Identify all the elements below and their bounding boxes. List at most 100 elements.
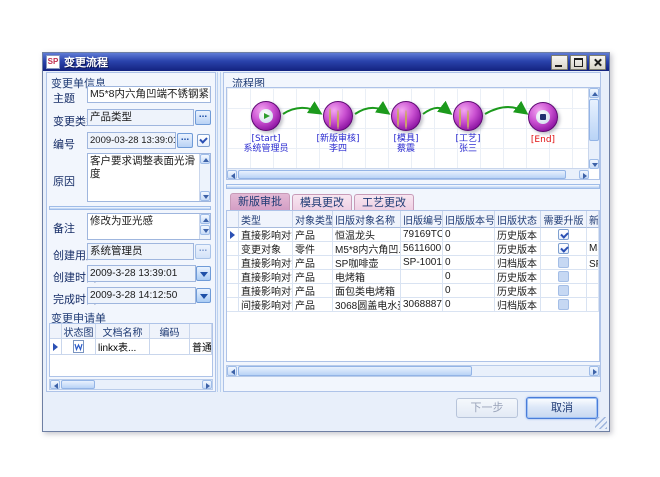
scrollbar-thumb[interactable] [61, 380, 95, 389]
scrollbar-thumb[interactable] [238, 366, 472, 376]
scrollbar-thumb[interactable] [238, 170, 566, 179]
flow-node-end[interactable] [528, 102, 558, 132]
tab-new-version-approval[interactable]: 新版审批 [230, 193, 290, 210]
table-cell: 产品 [293, 228, 333, 242]
table-row[interactable]: 直接影响对象产品面包类电烤箱0历史版本 [227, 284, 599, 298]
request-list-hscrollbar[interactable] [49, 379, 213, 390]
number-checkbox[interactable] [197, 134, 210, 147]
number-browse-button[interactable]: ... [177, 133, 193, 148]
people-icon [397, 109, 405, 122]
close-button[interactable] [589, 55, 606, 70]
change-type-browse-button[interactable]: ... [195, 110, 211, 125]
resize-grip[interactable] [595, 417, 607, 429]
reason-textarea[interactable]: 客户要求调整表面光滑度 [87, 153, 211, 202]
column-header[interactable]: 文档名称 [96, 324, 150, 339]
scroll-down-icon[interactable] [200, 191, 210, 201]
table-row[interactable]: 直接影响对象产品SP咖啡壶SP-10010归档版本SP咖 [227, 256, 599, 270]
column-header[interactable]: 旧版状态 [495, 211, 541, 228]
table-cell: M5*8内六角凹... [333, 242, 401, 256]
column-header[interactable]: 状态图 [62, 324, 96, 339]
create-time-input[interactable]: 2009-3-28 13:39:01 [87, 265, 196, 282]
cancel-button[interactable]: 取消 [526, 397, 598, 419]
column-header[interactable]: 需要升版 [541, 211, 587, 228]
scroll-down-icon[interactable] [200, 225, 210, 235]
scroll-up-icon[interactable] [589, 88, 599, 98]
scroll-left-icon[interactable] [50, 380, 60, 389]
table-cell: 0 [443, 242, 495, 256]
reason-scrollbar[interactable] [199, 154, 210, 201]
row-indicator [227, 284, 239, 298]
table-header-row: 类型 对象类型 旧版对象名称 旧版编号 旧版版本号 旧版状态 需要升版 新版 [227, 211, 599, 228]
maximize-button[interactable] [570, 55, 587, 70]
column-header[interactable]: 旧版编号 [401, 211, 443, 228]
scroll-left-icon[interactable] [227, 170, 237, 179]
flow-node-review[interactable] [323, 101, 353, 131]
upgrade-checkbox[interactable] [558, 229, 569, 240]
table-row[interactable]: 直接影响对象产品电烤箱0历史版本 [227, 270, 599, 284]
table-cell: 直接影响对象 [239, 284, 293, 298]
number-input[interactable]: 2009-03-28 13:39:01 [87, 132, 176, 149]
minimize-button[interactable] [551, 55, 568, 70]
column-header[interactable]: 旧版版本号 [443, 211, 495, 228]
column-header[interactable]: 对象类型 [293, 211, 333, 228]
scroll-down-icon[interactable] [589, 159, 599, 169]
next-button[interactable]: 下一步 [456, 398, 518, 418]
titlebar[interactable]: SP 变更流程 [43, 53, 609, 71]
column-header[interactable]: 旧版对象名称 [333, 211, 401, 228]
scroll-left-icon[interactable] [227, 366, 237, 376]
flow-node-label: [End] [508, 135, 578, 145]
column-header[interactable]: 编码 [150, 324, 190, 339]
column-header[interactable]: 新版 [587, 211, 599, 228]
table-cell: 历史版本 [495, 284, 541, 298]
tab-process-change[interactable]: 工艺更改 [354, 194, 414, 211]
flow-node-label: [Start] 系统管理员 [231, 134, 301, 154]
scroll-right-icon[interactable] [589, 366, 599, 376]
scroll-up-icon[interactable] [200, 214, 210, 224]
table-row[interactable]: 变更对象零件M5*8内六角凹...56116000历史版本M5*8 [227, 242, 599, 256]
upgrade-checkbox[interactable] [558, 299, 569, 310]
upgrade-checkbox[interactable] [558, 243, 569, 254]
row-indicator [227, 256, 239, 270]
row-indicator [227, 270, 239, 284]
flow-diagram: [Start] 系统管理员 [新版审核] 李四 [226, 87, 600, 180]
scrollbar-thumb[interactable] [589, 99, 599, 141]
table-hscrollbar[interactable] [226, 365, 600, 377]
upgrade-checkbox[interactable] [558, 257, 569, 268]
scroll-up-icon[interactable] [200, 154, 210, 164]
scroll-right-icon[interactable] [579, 170, 589, 179]
subject-input[interactable]: M5*8内六角凹端不锈钢紧固螺钉 [87, 86, 211, 103]
table-row[interactable]: 间接影响对象产品3068圆盖电水壶30688870归档版本 [227, 298, 599, 312]
flow-canvas[interactable]: [Start] 系统管理员 [新版审核] 李四 [227, 88, 589, 169]
tab-mold-change[interactable]: 模具更改 [292, 194, 352, 211]
creator-browse-button[interactable]: ... [195, 244, 211, 259]
finish-time-input[interactable]: 2009-3-28 14:12:50 [87, 287, 196, 304]
table-row[interactable]: 直接影响对象产品恒温龙头79169TC0历史版本 [227, 228, 599, 242]
table-cell: 直接影响对象 [239, 270, 293, 284]
window-title: 变更流程 [64, 54, 549, 70]
upgrade-checkbox[interactable] [558, 271, 569, 282]
column-header[interactable] [190, 324, 212, 339]
horizontal-splitter[interactable] [49, 206, 211, 210]
table-cell: 电烤箱 [333, 270, 401, 284]
change-type-input[interactable]: 产品类型 [87, 109, 194, 126]
flow-node-mold[interactable] [391, 101, 421, 131]
table-cell: 面包类电烤箱 [333, 284, 401, 298]
flow-node-start[interactable] [251, 101, 281, 131]
flow-vscrollbar[interactable] [588, 88, 599, 169]
flow-node-craft[interactable] [453, 101, 483, 131]
create-time-dropdown-button[interactable] [196, 266, 211, 281]
list-item[interactable]: linkx表... 普通 [50, 339, 212, 355]
horizontal-splitter[interactable] [226, 184, 600, 189]
creator-input[interactable]: 系统管理员 [87, 243, 194, 260]
remark-textarea[interactable]: 修改为亚光感 [87, 213, 211, 240]
finish-time-dropdown-button[interactable] [196, 288, 211, 303]
scroll-right-icon[interactable] [202, 380, 212, 389]
flow-node-label: [工艺] 张三 [433, 134, 503, 154]
table-cell: 零件 [293, 242, 333, 256]
column-header[interactable]: 类型 [239, 211, 293, 228]
upgrade-checkbox[interactable] [558, 285, 569, 296]
flow-hscrollbar[interactable] [227, 168, 589, 179]
table-cell: 变更对象 [239, 242, 293, 256]
table-cell: 历史版本 [495, 228, 541, 242]
remark-scrollbar[interactable] [199, 214, 210, 239]
